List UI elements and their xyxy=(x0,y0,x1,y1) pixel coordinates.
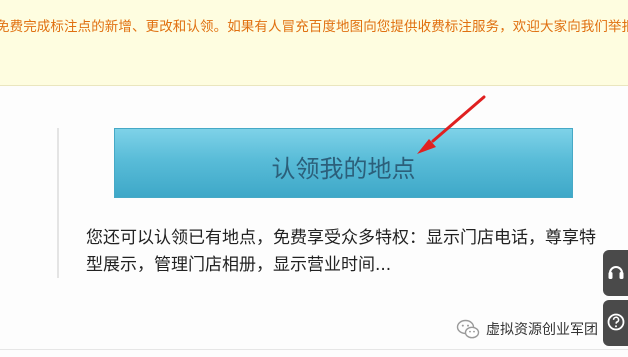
headset-icon xyxy=(608,266,624,279)
panel-divider xyxy=(0,349,628,350)
content-panel xyxy=(0,86,628,357)
watermark: 虚拟资源创业军团 xyxy=(456,318,598,340)
panel-left-border xyxy=(57,128,59,278)
side-tab-help[interactable] xyxy=(603,300,628,346)
wechat-icon xyxy=(456,319,480,339)
claim-description: 您还可以认领已有地点，免费享受众多特权：显示门店电话，尊享特型展示，管理门店相册… xyxy=(86,228,596,275)
claim-my-place-button[interactable]: 认领我的地点 xyxy=(114,128,573,198)
help-circle-icon xyxy=(607,313,625,331)
side-tab-headset[interactable] xyxy=(603,250,628,296)
claim-button-label: 认领我的地点 xyxy=(271,155,416,183)
watermark-text: 虚拟资源创业军团 xyxy=(486,322,598,338)
notice-text: 免费完成标注点的新增、更改和认领。如果有人冒充百度地图向您提供收费标注服务，欢迎… xyxy=(0,19,628,35)
notice-bar: 免费完成标注点的新增、更改和认领。如果有人冒充百度地图向您提供收费标注服务，欢迎… xyxy=(0,0,628,86)
